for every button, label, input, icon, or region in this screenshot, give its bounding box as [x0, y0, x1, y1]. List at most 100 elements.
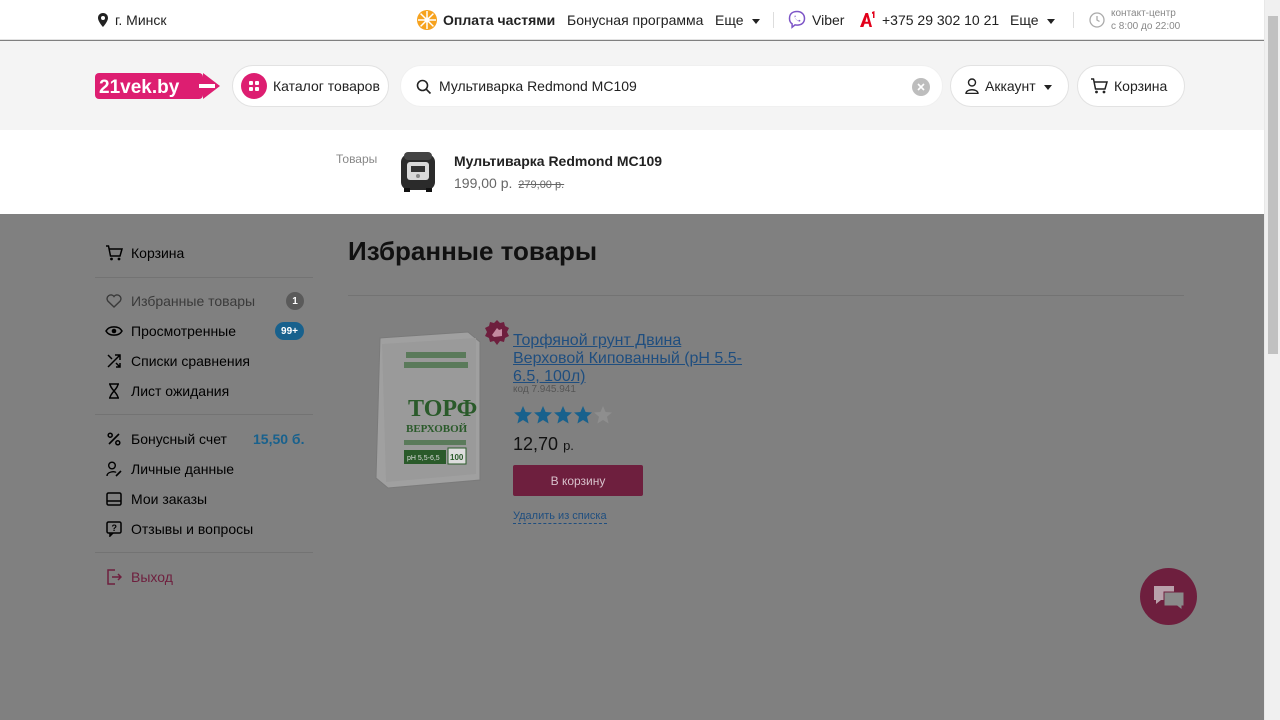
contact-center-info: контакт-центр с 8:00 до 22:00	[1089, 0, 1180, 40]
svg-text:?: ?	[112, 523, 118, 533]
sidebar-item-label: Личные данные	[131, 461, 235, 477]
user-icon	[965, 78, 979, 94]
account-button[interactable]: Аккаунт	[950, 65, 1069, 107]
suggestion-old-price: 279,00 р.	[518, 179, 565, 191]
suggestion-item[interactable]: Мультиварка Redmond MC109 199,00 р. 279,…	[398, 150, 798, 196]
logout-icon	[107, 569, 122, 585]
city-selector[interactable]: г. Минск	[97, 0, 167, 40]
catalog-button[interactable]: Каталог товаров	[232, 65, 389, 107]
sidebar-item-label: Отзывы и вопросы	[131, 521, 254, 537]
divider	[95, 414, 313, 415]
divider	[773, 12, 774, 28]
sidebar-item-personal[interactable]: Личные данные	[105, 459, 234, 479]
sidebar-item-reviews[interactable]: ? Отзывы и вопросы	[105, 519, 253, 539]
search-input[interactable]	[439, 76, 899, 96]
cart-icon	[1091, 78, 1108, 94]
sidebar-item-label: Мои заказы	[131, 491, 208, 507]
search-suggestions: Товары Мультиварка Redmond MC109 199,00 …	[0, 130, 1264, 214]
more-menu-1[interactable]: Еще	[715, 0, 760, 40]
page-scrollbar[interactable]	[1264, 0, 1280, 720]
catalog-label: Каталог товаров	[273, 78, 380, 94]
phone-link[interactable]: +375 29 302 10 21	[859, 0, 999, 40]
cart-icon	[106, 245, 123, 261]
svg-text:ТОРФ: ТОРФ	[408, 396, 477, 422]
city-label: г. Минск	[115, 12, 167, 28]
contact-center-label: контакт-центр	[1111, 8, 1176, 19]
more-menu-2[interactable]: Еще	[1010, 0, 1055, 40]
search-icon	[416, 79, 432, 95]
favorite-product-card: ТОРФ ВЕРХОВОЙ pH 5,5-6,5 100 Торфяной гр…	[348, 320, 768, 530]
svg-text:ВЕРХОВОЙ: ВЕРХОВОЙ	[406, 423, 468, 435]
suggestion-title: Мультиварка Redmond MC109	[454, 153, 663, 169]
viber-label: Viber	[812, 12, 845, 28]
site-header: 21vek.by Каталог товаров Аккаунт	[0, 41, 1264, 130]
sidebar-item-cart[interactable]: Корзина	[105, 243, 184, 263]
contact-center-hours: с 8:00 до 22:00	[1111, 21, 1181, 32]
add-to-cart-button[interactable]: В корзину	[513, 465, 643, 496]
suggestions-section-label: Товары	[336, 152, 378, 166]
orders-box-icon	[106, 492, 122, 506]
site-logo[interactable]: 21vek.by	[95, 73, 220, 99]
suggestion-current-price: 199,00 р.	[454, 175, 513, 191]
installments-link[interactable]: Оплата частями	[416, 0, 555, 40]
viber-icon	[788, 10, 806, 29]
favorites-count-badge: 1	[286, 292, 304, 310]
product-code: код 7.945.941	[513, 384, 576, 395]
more-label-1: Еще	[715, 12, 744, 28]
sidebar-item-orders[interactable]: Мои заказы	[105, 489, 207, 509]
divider	[348, 295, 1184, 296]
sidebar-item-label: Лист ожидания	[131, 383, 230, 399]
product-title-link[interactable]: Торфяной грунт Двина Верховой Кипованный…	[513, 332, 753, 386]
cart-label: Корзина	[1114, 78, 1168, 94]
svg-text:100: 100	[450, 453, 464, 462]
product-image[interactable]: ТОРФ ВЕРХОВОЙ pH 5,5-6,5 100	[368, 328, 498, 493]
chevron-down-icon	[1046, 18, 1055, 24]
viewed-count-badge: 99+	[275, 322, 304, 340]
divider	[95, 277, 313, 278]
divider	[1073, 12, 1074, 28]
remove-from-list-link[interactable]: Удалить из списка	[513, 510, 607, 524]
sidebar-item-favorites[interactable]: Избранные товары	[105, 291, 255, 311]
installments-label: Оплата частями	[443, 12, 556, 28]
promo-badge-icon	[485, 320, 509, 345]
phone-number: +375 29 302 10 21	[882, 12, 1000, 28]
bonus-balance: 15,50 б.	[253, 431, 305, 447]
svg-text:pH 5,5-6,5: pH 5,5-6,5	[407, 455, 440, 462]
compare-arrows-icon	[107, 354, 121, 368]
rating-stars	[513, 405, 613, 425]
multicooker-thumbnail	[401, 152, 435, 192]
sidebar-item-compare[interactable]: Списки сравнения	[105, 351, 250, 371]
viber-link[interactable]: Viber	[787, 0, 844, 40]
sidebar-item-label: Выход	[131, 569, 173, 585]
chat-button[interactable]	[1140, 568, 1197, 625]
star-filled-icon	[574, 406, 592, 424]
sidebar-item-waitlist[interactable]: Лист ожидания	[105, 381, 229, 401]
sidebar-item-viewed[interactable]: Просмотренные	[105, 321, 236, 341]
sidebar-item-label: Корзина	[131, 245, 185, 261]
page-title: Избранные товары	[348, 236, 598, 266]
sidebar-item-bonus[interactable]: Бонусный счет	[105, 429, 227, 449]
chevron-down-icon	[751, 18, 760, 24]
suggestion-price: 199,00 р. 279,00 р.	[454, 175, 564, 191]
hourglass-icon	[109, 383, 119, 399]
logo-text: 21vek.by	[99, 77, 180, 98]
clear-search-icon[interactable]	[912, 78, 930, 96]
sidebar-item-logout[interactable]: Выход	[105, 567, 173, 587]
eye-icon	[105, 326, 123, 336]
catalog-grid-icon	[241, 73, 267, 99]
sidebar-item-label: Просмотренные	[131, 323, 237, 339]
question-bubble-icon: ?	[106, 521, 122, 537]
bonus-program-link[interactable]: Бонусная программа	[567, 0, 703, 40]
divider	[95, 552, 313, 553]
clock-icon	[1089, 12, 1105, 28]
heart-icon	[106, 294, 122, 308]
star-filled-icon	[514, 406, 532, 424]
user-edit-icon	[106, 461, 122, 477]
scrollbar-thumb[interactable]	[1268, 16, 1278, 354]
price-currency: р.	[563, 438, 574, 453]
price-value: 12,70	[513, 434, 559, 454]
star-empty-icon	[594, 406, 612, 424]
cart-button[interactable]: Корзина	[1077, 65, 1185, 107]
orange-slice-icon	[417, 10, 437, 30]
sidebar-item-label: Бонусный счет	[131, 431, 227, 447]
